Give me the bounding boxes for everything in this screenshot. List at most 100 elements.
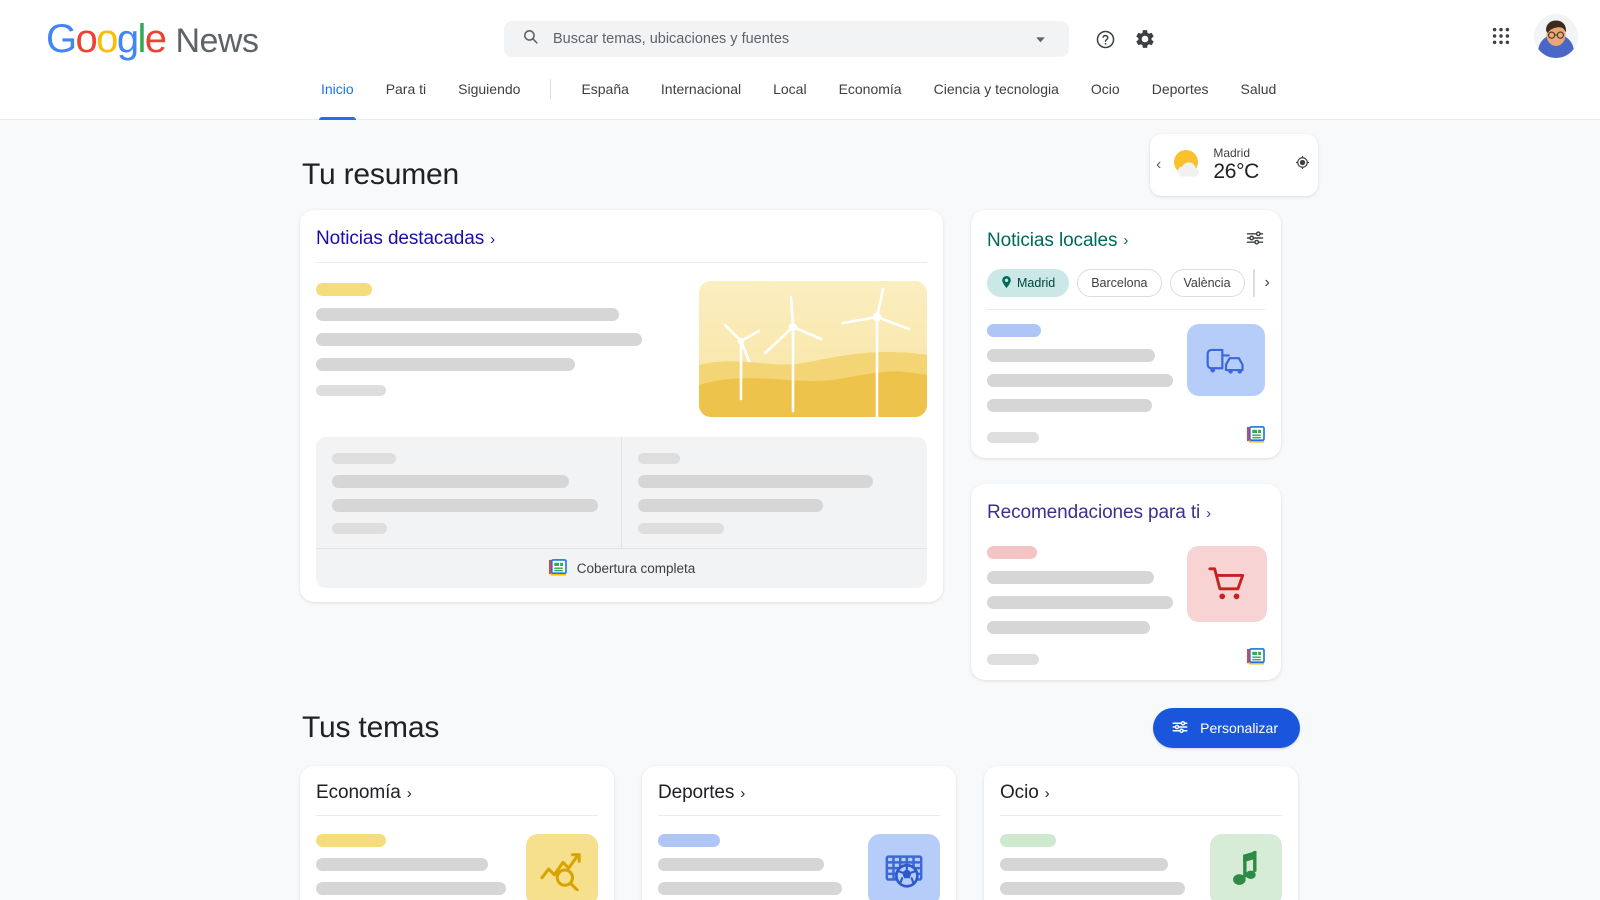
nav-divider xyxy=(550,79,551,99)
headline-line xyxy=(987,571,1154,584)
timestamp-placeholder xyxy=(987,654,1039,665)
source-placeholder xyxy=(316,834,386,847)
nav-tab-local[interactable]: Local xyxy=(757,78,822,120)
nav-label: Para ti xyxy=(386,81,426,97)
nav-tab-siguiendo[interactable]: Siguiendo xyxy=(442,78,536,120)
recommendation-article[interactable] xyxy=(987,528,1265,670)
nav-tab-ciencia-y-tecnologia[interactable]: Ciencia y tecnologia xyxy=(918,78,1075,120)
tune-icon[interactable] xyxy=(1245,228,1265,253)
search-icon xyxy=(522,28,539,50)
headline-line xyxy=(1000,858,1168,871)
help-icon[interactable] xyxy=(1086,20,1124,58)
recommendations-title-link[interactable]: Recomendaciones para ti › xyxy=(987,502,1211,524)
chevron-right-icon[interactable]: › xyxy=(1263,274,1270,292)
google-news-logo[interactable]: Google News xyxy=(46,19,258,59)
local-article-row xyxy=(987,324,1265,412)
header-utility-icons xyxy=(1086,20,1164,58)
local-news-title-link[interactable]: Noticias locales › xyxy=(987,230,1128,252)
topic-title-link[interactable]: Economía › xyxy=(316,782,412,804)
topic-header: Deportes › xyxy=(658,782,940,816)
topic-title-link[interactable]: Deportes › xyxy=(658,782,745,804)
nav-label: Internacional xyxy=(661,81,741,97)
topic-article[interactable] xyxy=(316,820,598,900)
headline-line xyxy=(316,308,619,321)
full-coverage-label: Cobertura completa xyxy=(577,561,696,576)
topic-article[interactable] xyxy=(658,820,940,900)
search-bar[interactable] xyxy=(504,21,1069,57)
nav-tab-deportes[interactable]: Deportes xyxy=(1136,78,1225,120)
lead-article-placeholder xyxy=(316,281,683,417)
related-article[interactable] xyxy=(316,437,621,548)
headline-line xyxy=(638,499,823,512)
nav-tab-ocio[interactable]: Ocio xyxy=(1075,78,1136,120)
google-news-icon[interactable] xyxy=(1246,426,1265,448)
recommendation-placeholder xyxy=(987,546,1173,634)
nav-tab-internacional[interactable]: Internacional xyxy=(645,78,757,120)
chip-valencia[interactable]: València xyxy=(1170,269,1245,297)
headline-line xyxy=(316,858,488,871)
local-article-footer xyxy=(987,412,1265,448)
nav-label: Ciencia y tecnologia xyxy=(934,81,1059,97)
chevron-down-icon[interactable] xyxy=(1021,20,1059,58)
source-placeholder xyxy=(316,283,372,296)
timestamp-placeholder xyxy=(987,432,1039,443)
weather-temperature: 26°C xyxy=(1213,160,1259,184)
chip-overflow[interactable] xyxy=(1253,269,1255,297)
weather-widget[interactable]: ‹ Madrid 26°C xyxy=(1150,134,1318,196)
bus-and-car-icon xyxy=(1187,324,1265,396)
topic-header: Economía › xyxy=(316,782,598,816)
local-news-title: Noticias locales xyxy=(987,230,1117,252)
headline-line xyxy=(638,475,873,488)
recommendations-header: Recomendaciones para ti › xyxy=(987,502,1265,524)
nav-tab-inicio[interactable]: Inicio xyxy=(305,78,370,120)
search-input[interactable] xyxy=(539,31,1021,47)
headline-line xyxy=(1000,882,1185,895)
recommendations-title: Recomendaciones para ti xyxy=(987,502,1200,524)
nav-label: Ocio xyxy=(1091,81,1120,97)
apps-grid-icon[interactable] xyxy=(1482,17,1520,55)
topic-card-deportes: Deportes › xyxy=(642,766,956,900)
local-news-article[interactable] xyxy=(987,309,1265,448)
related-articles-group: Cobertura completa xyxy=(316,437,927,588)
topics-grid: Economía › xyxy=(300,766,1300,900)
topic-article[interactable] xyxy=(1000,820,1282,900)
chip-madrid[interactable]: Madrid xyxy=(987,269,1069,297)
top-stories-column: Noticias destacadas › xyxy=(300,210,943,602)
chevron-left-icon[interactable]: ‹ xyxy=(1154,156,1163,174)
topics-title: Tus temas xyxy=(302,711,439,745)
chip-barcelona[interactable]: Barcelona xyxy=(1077,269,1161,297)
page-body: ‹ Madrid 26°C Tu resumen xyxy=(0,120,1600,900)
top-stories-title: Noticias destacadas xyxy=(316,228,484,250)
top-stories-header: Noticias destacadas › xyxy=(316,228,927,263)
headline-line xyxy=(316,882,506,895)
topic-card-ocio: Ocio › xyxy=(984,766,1298,900)
chip-label: Madrid xyxy=(1017,276,1055,290)
nav-tab-economia[interactable]: Economía xyxy=(823,78,918,120)
top-stories-title-link[interactable]: Noticias destacadas › xyxy=(316,228,495,250)
recommendation-row xyxy=(987,546,1265,634)
topic-title: Deportes xyxy=(658,782,734,804)
nav-tab-salud[interactable]: Salud xyxy=(1225,78,1293,120)
headline-line xyxy=(316,333,642,346)
top-stories-card: Noticias destacadas › xyxy=(300,210,943,602)
nav-tab-espana[interactable]: España xyxy=(565,78,644,120)
topic-card-economia: Economía › xyxy=(300,766,614,900)
topic-title-link[interactable]: Ocio › xyxy=(1000,782,1050,804)
trending-chart-search-icon xyxy=(526,834,598,900)
my-location-icon[interactable] xyxy=(1295,155,1310,175)
nav-label: Inicio xyxy=(321,81,354,97)
nav-tab-para-ti[interactable]: Para ti xyxy=(370,78,442,120)
source-placeholder xyxy=(638,453,680,464)
google-news-icon[interactable] xyxy=(1246,648,1265,670)
related-article[interactable] xyxy=(621,437,927,548)
lead-article[interactable] xyxy=(316,267,927,425)
gear-icon[interactable] xyxy=(1126,20,1164,58)
local-news-header: Noticias locales › xyxy=(987,228,1265,253)
headline-line xyxy=(332,475,569,488)
topics-header: Tus temas Personalizar xyxy=(300,708,1300,748)
customize-button[interactable]: Personalizar xyxy=(1153,708,1300,748)
local-news-card: Noticias locales › Madrid xyxy=(971,210,1281,458)
full-coverage-button[interactable]: Cobertura completa xyxy=(316,548,927,588)
topic-title: Economía xyxy=(316,782,401,804)
avatar[interactable] xyxy=(1534,14,1578,58)
